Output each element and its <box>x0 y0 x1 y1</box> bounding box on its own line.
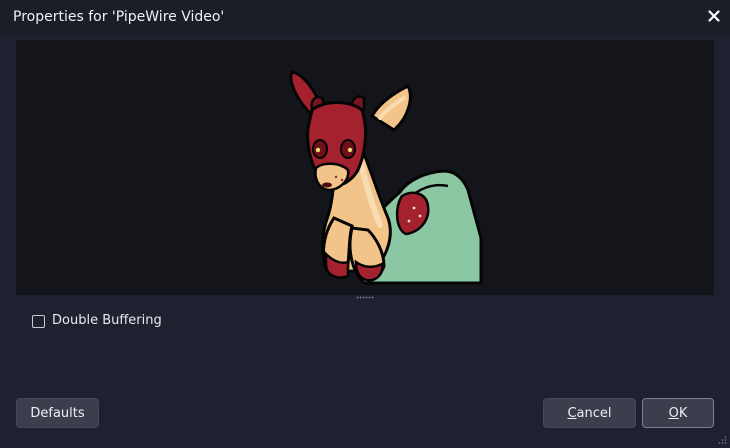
properties-dialog: Properties for 'PipeWire Video' Double B… <box>0 0 730 448</box>
close-icon <box>708 10 720 22</box>
cancel-button[interactable]: Cancel <box>543 398 636 428</box>
cancel-button-label: ancel <box>576 406 612 421</box>
double-buffering-option[interactable]: Double Buffering <box>32 311 162 331</box>
defaults-button[interactable]: Defaults <box>16 398 99 428</box>
resize-grip-icon[interactable] <box>717 435 727 445</box>
title-bar[interactable]: Properties for 'PipeWire Video' <box>0 0 730 34</box>
defaults-button-label: Defaults <box>30 406 85 421</box>
close-button[interactable] <box>704 5 724 27</box>
source-preview <box>16 40 714 295</box>
double-buffering-label: Double Buffering <box>52 313 162 328</box>
window-title: Properties for 'PipeWire Video' <box>13 9 225 25</box>
ok-mnemonic: O <box>668 406 679 421</box>
splitter-grip-icon <box>356 296 374 299</box>
ok-button-label: K <box>678 406 688 421</box>
double-buffering-checkbox[interactable] <box>32 314 45 328</box>
preview-splitter[interactable] <box>16 295 714 301</box>
ok-button[interactable]: OK <box>642 398 714 428</box>
deer-image <box>289 70 483 285</box>
cancel-mnemonic: C <box>567 406 577 421</box>
